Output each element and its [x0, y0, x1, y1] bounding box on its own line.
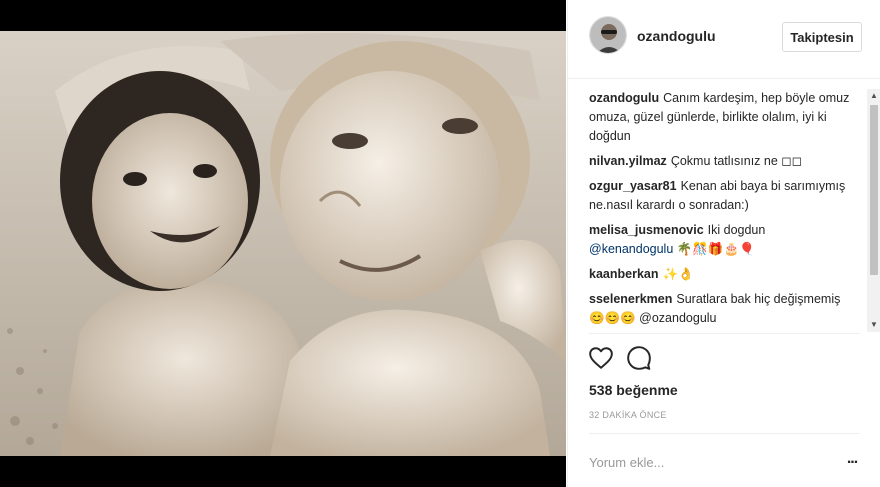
- like-button[interactable]: [588, 345, 614, 371]
- divider: [589, 333, 860, 334]
- scroll-down-icon[interactable]: ▼: [867, 318, 880, 332]
- comment-user[interactable]: ozandogulu: [589, 91, 659, 105]
- likes-count[interactable]: 538 beğenme: [589, 382, 678, 398]
- comments-list: ozandogulu Canım kardeşim, hep böyle omuz…: [568, 89, 866, 332]
- photo-panel: [0, 0, 566, 487]
- comment-icon: [627, 346, 651, 370]
- comment-emoji: 🌴🎊🎁🎂🎈: [676, 242, 755, 256]
- divider: [589, 433, 860, 434]
- avatar-icon: [590, 17, 626, 53]
- following-button[interactable]: Takiptesin: [782, 22, 862, 52]
- post-time: 32 DAKİKA ÖNCE: [589, 410, 667, 420]
- comments-scrollbar[interactable]: ▲ ▼: [867, 89, 880, 332]
- scroll-thumb[interactable]: [870, 105, 878, 275]
- caption: ozandogulu Canım kardeşim, hep böyle omuz…: [589, 89, 858, 146]
- scroll-up-icon[interactable]: ▲: [867, 89, 880, 103]
- heart-icon: [589, 347, 613, 369]
- comment-item: sselenerkmen Suratlara bak hiç değişmemiş…: [589, 290, 858, 328]
- post-sidebar: ozandogulu Takiptesin ozandogulu Canım ka…: [567, 0, 880, 487]
- comment-user[interactable]: kaanberkan: [589, 267, 658, 281]
- comment-user[interactable]: nilvan.yilmaz: [589, 154, 667, 168]
- comment-user[interactable]: melisa_jusmenovic: [589, 223, 704, 237]
- author-avatar[interactable]: [589, 16, 627, 54]
- comment-input[interactable]: [589, 452, 829, 472]
- comment-item: kaanberkan ✨👌: [589, 265, 858, 284]
- comment-text: Çokmu tatlısınız ne ◻◻: [670, 154, 803, 168]
- post-photo[interactable]: [0, 31, 566, 456]
- comment-button[interactable]: [626, 345, 652, 371]
- comment-text: ✨👌: [662, 267, 694, 281]
- comment-item: melisa_jusmenovic Iki dogdun @kenandogulu…: [589, 221, 858, 259]
- comment-item: nilvan.yilmaz Çokmu tatlısınız ne ◻◻: [589, 152, 858, 171]
- more-options-icon[interactable]: ...: [842, 451, 862, 472]
- comment-user[interactable]: sselenerkmen: [589, 292, 672, 306]
- photo-image: [0, 31, 566, 456]
- post-header: ozandogulu Takiptesin: [568, 0, 880, 79]
- comment-user[interactable]: ozgur_yasar81: [589, 179, 677, 193]
- author-username[interactable]: ozandogulu: [637, 28, 716, 44]
- comment-mention[interactable]: @kenandogulu: [589, 242, 673, 256]
- comment-item: ozgur_yasar81 Kenan abi baya bi sarımıymı…: [589, 177, 858, 215]
- comment-text: Iki dogdun: [707, 223, 766, 237]
